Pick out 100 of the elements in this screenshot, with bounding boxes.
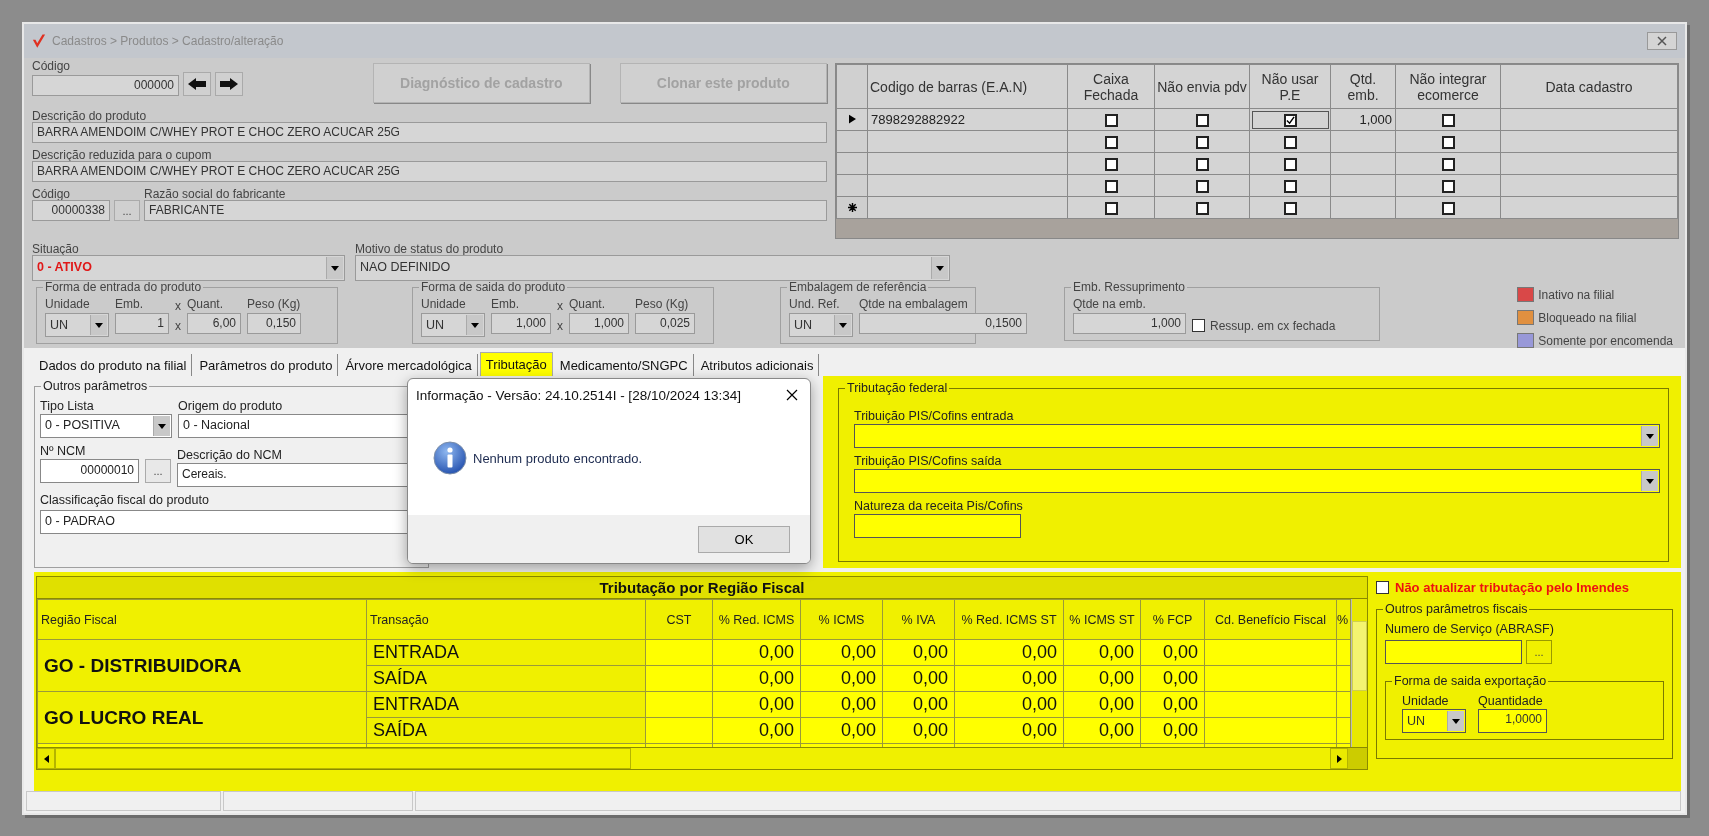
description-field[interactable]: BARRA AMENDOIM C/WHEY PROT E CHOC ZERO ACUCAR 25G — [32, 122, 827, 143]
table-cell: 0,00 — [1140, 665, 1205, 692]
caret-icon — [1646, 478, 1654, 484]
unit-dropdown[interactable]: UN — [789, 313, 853, 337]
tab[interactable]: Tributação — [479, 352, 553, 376]
field-label: Descrição do produto — [32, 110, 148, 122]
pis-cofins-dropdown[interactable] — [854, 469, 1660, 493]
table-cell: 0,00 — [712, 717, 801, 744]
row-header[interactable] — [836, 108, 868, 131]
nature-field[interactable] — [854, 514, 1021, 538]
table-cell: SAÍDA — [366, 717, 646, 744]
checkbox[interactable] — [1195, 158, 1209, 172]
caret-icon — [839, 322, 847, 328]
group-title: Tributação federal — [845, 382, 950, 394]
checkbox[interactable] — [1283, 114, 1297, 128]
column-header: % Red. ICMS — [712, 599, 801, 640]
field-label: Código — [32, 188, 72, 200]
unit-dropdown[interactable]: UN — [421, 313, 485, 337]
checkbox[interactable] — [1441, 114, 1455, 128]
checkbox[interactable] — [1283, 180, 1297, 194]
code-field[interactable]: 000000 — [32, 75, 179, 96]
table-cell: GO - DISTRIBUIDORA — [37, 639, 367, 692]
table-title: Tributação por Região Fiscal — [37, 577, 1367, 599]
column-header: % ICMS — [800, 599, 883, 640]
previous-button[interactable] — [183, 72, 211, 96]
pis-cofins-dropdown[interactable] — [854, 424, 1660, 448]
quantity-field[interactable]: 0,025 — [635, 313, 695, 334]
quantity-field[interactable]: 1 — [115, 313, 169, 334]
table-cell: 0,00 — [954, 639, 1064, 666]
column-header: CST — [645, 599, 713, 640]
table-cell: ENTRADA — [366, 639, 646, 666]
checkbox[interactable] — [1195, 180, 1209, 194]
quantity-field[interactable]: 1,000 — [569, 313, 629, 334]
table-cell: 0,00 — [800, 639, 883, 666]
scrollbar[interactable] — [1351, 599, 1367, 747]
quantity-field[interactable]: 1,000 — [491, 313, 551, 334]
unit-dropdown[interactable]: UN — [1402, 709, 1466, 733]
service-number-field[interactable] — [1385, 640, 1522, 664]
quantity-field[interactable]: 0,1500 — [859, 313, 1027, 334]
next-button[interactable] — [215, 72, 243, 96]
group-title: Embalagem de referência — [787, 281, 929, 293]
table-cell: 0,00 — [800, 665, 883, 692]
manufacturer-field[interactable]: FABRICANTE — [144, 200, 827, 221]
row-header[interactable] — [836, 196, 868, 219]
table-cell: 0,00 — [882, 639, 955, 666]
checkbox[interactable] — [1283, 202, 1297, 216]
status-reason-dropdown[interactable]: NAO DEFINIDO — [355, 255, 950, 281]
checkbox[interactable] — [1104, 202, 1118, 216]
checkbox[interactable] — [1192, 319, 1205, 332]
field-label: Quantidade — [1478, 694, 1544, 709]
ncm-field[interactable]: 00000010 — [40, 459, 139, 483]
browse-button[interactable]: ... — [1526, 640, 1552, 664]
checkbox[interactable] — [1441, 158, 1455, 172]
checkbox[interactable] — [1376, 581, 1389, 594]
table-cell: ENTRADA — [366, 691, 646, 718]
browse-button[interactable]: ... — [145, 459, 171, 483]
field-label: Unidade — [1402, 694, 1450, 709]
right-arrow-icon — [219, 77, 239, 91]
checkbox[interactable] — [1104, 114, 1118, 128]
table-cell: 0,00 — [1140, 717, 1205, 744]
checkbox[interactable] — [1195, 136, 1209, 150]
checkbox[interactable] — [1195, 202, 1209, 216]
list-type-dropdown[interactable]: 0 - POSITIVA — [40, 414, 172, 438]
checkbox[interactable] — [1441, 180, 1455, 194]
field-label: Descrição do NCM — [177, 448, 283, 463]
scrollbar[interactable] — [37, 747, 1367, 769]
group-title: Outros parâmetros fiscais — [1383, 603, 1530, 615]
manufacturer-code-field[interactable]: 00000338 — [32, 200, 110, 221]
field-label: Peso (Kg) — [635, 298, 690, 310]
ok-button[interactable]: OK — [698, 525, 790, 553]
field-label: Nº NCM — [40, 444, 87, 459]
column-header: Região Fiscal — [37, 599, 367, 640]
quantity-field[interactable]: 6,00 — [187, 313, 241, 334]
quantity-field[interactable]: 1,000 — [1073, 313, 1186, 334]
field-label: Situação — [32, 243, 80, 255]
checkbox-label: Não atualizar tributação pelo Imendes — [1395, 580, 1630, 595]
checkbox[interactable] — [1104, 158, 1118, 172]
table-cell: 0,00 — [1140, 691, 1205, 718]
description-field[interactable]: BARRA AMENDOIM C/WHEY PROT E CHOC ZERO ACUCAR 25G — [32, 161, 827, 182]
table-cell: 0,00 — [800, 691, 883, 718]
table-cell: 0,00 — [882, 717, 955, 744]
caret-icon — [331, 265, 339, 271]
checkbox[interactable] — [1283, 158, 1297, 172]
checkbox[interactable] — [1195, 114, 1209, 128]
field-label: Natureza da receita Pis/Cofins — [854, 499, 1024, 514]
checkbox[interactable] — [1441, 202, 1455, 216]
browse-button[interactable]: ... — [114, 200, 140, 221]
field-label: Tribuição PIS/Cofins saída — [854, 454, 1003, 469]
quantity-field[interactable]: 1,0000 — [1478, 709, 1547, 733]
column-header: Não usar P.E — [1249, 64, 1331, 109]
checkmark-logo-icon — [32, 32, 46, 50]
checkbox[interactable] — [1283, 136, 1297, 150]
group-title: Forma de entrada do produto — [43, 281, 204, 293]
unit-dropdown[interactable]: UN — [45, 313, 109, 337]
table-cell: 0,00 — [954, 717, 1064, 744]
quantity-field[interactable]: 0,150 — [247, 313, 301, 334]
scrollbar-corner — [1348, 748, 1367, 769]
checkbox[interactable] — [1104, 136, 1118, 150]
checkbox[interactable] — [1104, 180, 1118, 194]
checkbox[interactable] — [1441, 136, 1455, 150]
